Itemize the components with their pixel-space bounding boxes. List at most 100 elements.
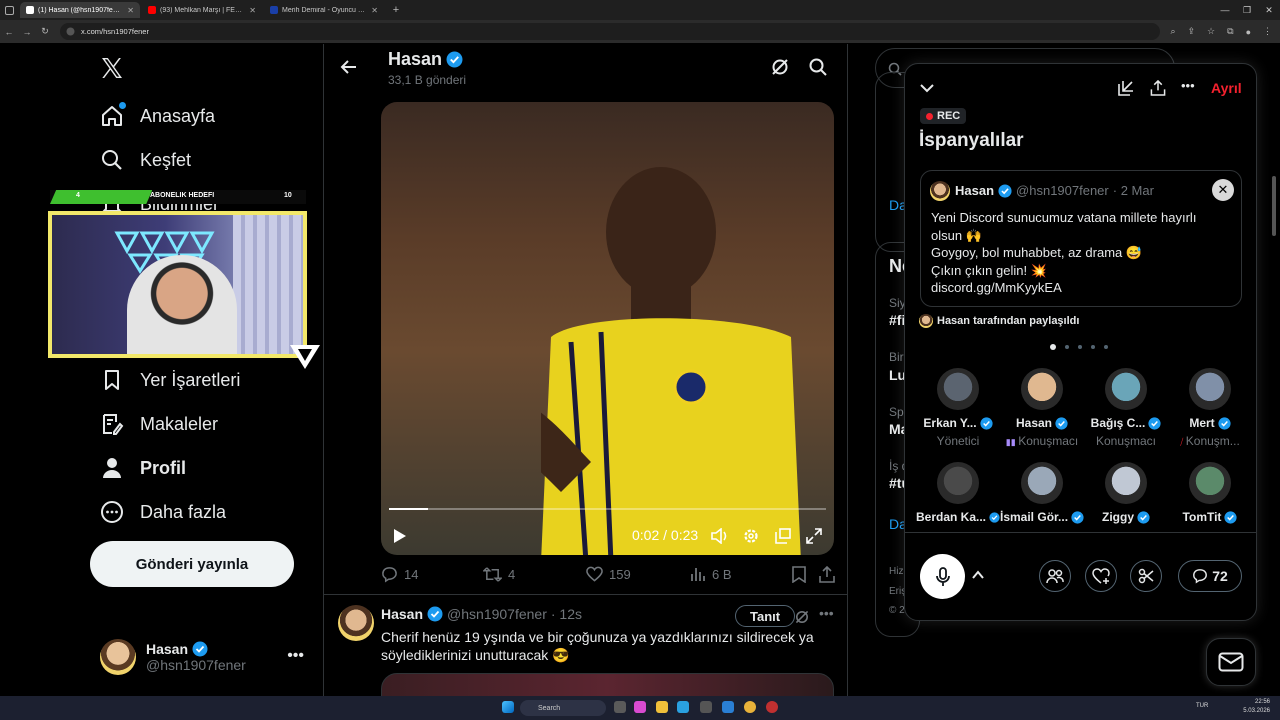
tweet[interactable]: Hasan @hsn1907fener · 12s Tanıt ••• Cher… (324, 595, 847, 703)
browser-tab-transfermarkt[interactable]: Merih Demiral - Oyuncu profili ✕ (264, 2, 384, 18)
pinned-link[interactable]: discord.gg/MmKyykEA (931, 279, 1231, 297)
verified-badge-icon (1071, 510, 1084, 524)
grok-icon[interactable] (770, 57, 790, 77)
close-tab-icon[interactable]: ✕ (371, 6, 378, 15)
minimize-icon[interactable]: — (1214, 0, 1236, 20)
maximize-icon[interactable]: ❐ (1236, 0, 1258, 20)
more-dots-icon[interactable]: ••• (1181, 78, 1195, 93)
carousel-dot[interactable] (1050, 344, 1056, 350)
tweet-time[interactable]: · 12s (551, 606, 582, 622)
carousel-dot[interactable] (1065, 345, 1069, 349)
speaker-item[interactable]: Ziggy (1084, 462, 1168, 524)
close-tab-icon[interactable]: ✕ (249, 6, 256, 15)
address-bar[interactable]: x.com/hsn1907fener (60, 23, 1160, 40)
share-icon[interactable]: ⇪ (1188, 26, 1196, 37)
window-menu-icon[interactable] (0, 0, 18, 20)
grok-icon[interactable] (794, 609, 810, 625)
video-player[interactable]: 0:02 / 0:23 (381, 102, 834, 555)
chevron-up-icon[interactable] (971, 568, 985, 582)
sidebar-item-home[interactable]: Anasayfa (100, 102, 215, 128)
browser-menu-icon[interactable]: ⋮ (1263, 26, 1272, 37)
app-icon[interactable] (634, 701, 646, 713)
close-tab-icon[interactable]: ✕ (127, 6, 134, 15)
speaker-item[interactable]: Berdan Ka... (916, 462, 1000, 524)
app-icon[interactable] (722, 701, 734, 713)
avatar[interactable] (338, 605, 374, 641)
speaker-item[interactable]: TomTit (1168, 462, 1252, 524)
app-icon[interactable] (700, 701, 712, 713)
trend-name[interactable]: #fi (889, 312, 905, 328)
share-icon[interactable] (1150, 80, 1166, 96)
browser-tab-x[interactable]: (1) Hasan (@hsn1907fener) ✕ (20, 2, 140, 18)
messages-button[interactable] (1206, 638, 1256, 686)
settings-gear-icon[interactable] (743, 528, 759, 544)
taskbar-search[interactable]: Search (520, 700, 606, 716)
speaker-item[interactable]: Hasan ▮▮ Konuşmacı (1000, 368, 1084, 448)
speaker-item[interactable]: Bağış C... Konuşmacı (1084, 368, 1168, 448)
edge-icon[interactable] (677, 701, 689, 713)
speaker-item[interactable]: Erkan Y... Yönetici (916, 368, 1000, 448)
carousel-dot[interactable] (1104, 345, 1108, 349)
clip-button[interactable] (1130, 560, 1162, 592)
page-scrollbar[interactable] (1272, 176, 1276, 236)
volume-icon[interactable] (711, 528, 729, 544)
folder-icon[interactable] (656, 701, 668, 713)
chevron-down-icon[interactable] (919, 80, 935, 96)
like-button[interactable]: 159 (586, 566, 631, 582)
sidebar-item-bookmarks[interactable]: Yer İşaretleri (100, 368, 240, 392)
repost-button[interactable]: 4 (483, 566, 515, 583)
video-progress-bar[interactable] (389, 508, 826, 510)
language-indicator[interactable]: TUR (1196, 703, 1208, 709)
reload-icon[interactable]: ↻ (36, 26, 54, 37)
pinned-post[interactable]: Hasan @hsn1907fener · 2 Mar ✕ Yeni Disco… (920, 170, 1242, 307)
task-view-icon[interactable] (614, 701, 626, 713)
more-dots-icon[interactable]: ••• (287, 647, 304, 665)
more-dots-icon[interactable]: ••• (819, 605, 834, 621)
participants-button[interactable] (1039, 560, 1071, 592)
chrome-icon[interactable] (744, 701, 756, 713)
close-window-icon[interactable]: ✕ (1258, 0, 1280, 20)
sidebar-item-profile[interactable]: Profil (100, 456, 186, 480)
react-button[interactable] (1085, 560, 1117, 592)
leave-space-button[interactable]: Ayrıl (1211, 80, 1242, 96)
start-icon[interactable] (502, 701, 514, 713)
zoom-icon[interactable]: ⌕ (1170, 26, 1175, 37)
extensions-icon[interactable]: ⧉ (1227, 26, 1233, 37)
forward-nav-icon[interactable]: → (18, 27, 36, 37)
x-logo-icon[interactable] (100, 56, 124, 80)
microphone-button[interactable] (920, 554, 965, 599)
share-button[interactable] (819, 566, 835, 583)
views-button[interactable]: 6 B (690, 566, 732, 582)
sidebar-item-explore[interactable]: Keşfet (100, 148, 191, 172)
speaker-item[interactable]: İsmail Gör... (1000, 462, 1084, 524)
carousel-dot[interactable] (1091, 345, 1095, 349)
post-button[interactable]: Gönderi yayınla (90, 541, 294, 587)
carousel-dot[interactable] (1078, 345, 1082, 349)
minimize-space-icon[interactable] (1118, 80, 1134, 96)
reply-button[interactable]: 14 (381, 566, 418, 583)
pip-icon[interactable] (775, 528, 791, 544)
account-switcher[interactable]: Hasan @hsn1907fener ••• (100, 639, 312, 675)
bookmark-button[interactable] (792, 566, 806, 583)
speaker-item[interactable]: Mert ⧸ Konuşm... (1168, 368, 1252, 448)
tweet-author-name[interactable]: Hasan (381, 606, 423, 622)
new-tab-button[interactable]: + (388, 4, 404, 16)
sidebar-item-articles[interactable]: Makaleler (100, 412, 218, 436)
fullscreen-icon[interactable] (806, 528, 822, 544)
search-icon[interactable] (808, 57, 828, 77)
app-icon[interactable] (766, 701, 778, 713)
pinned-line: Çıkın çıkın gelin! 💥 (931, 262, 1047, 278)
play-icon[interactable] (393, 528, 407, 544)
back-arrow-icon[interactable] (340, 58, 358, 76)
comments-button[interactable]: 72 (1178, 560, 1242, 592)
star-icon[interactable]: ☆ (1207, 26, 1215, 37)
close-icon[interactable]: ✕ (1212, 179, 1234, 201)
promote-button[interactable]: Tanıt (735, 605, 796, 627)
back-nav-icon[interactable]: ← (0, 27, 18, 37)
sidebar-item-more[interactable]: Daha fazla (100, 500, 226, 524)
site-info-icon[interactable] (66, 27, 75, 36)
profile-icon[interactable]: ● (1246, 27, 1251, 37)
browser-tab-youtube[interactable]: (93) Mehlkan Marşı | FENERBAHÇE ✕ (142, 2, 262, 18)
carousel-dots[interactable] (1050, 344, 1108, 350)
clock[interactable]: 22:56 5.03.2026 (1243, 698, 1270, 716)
